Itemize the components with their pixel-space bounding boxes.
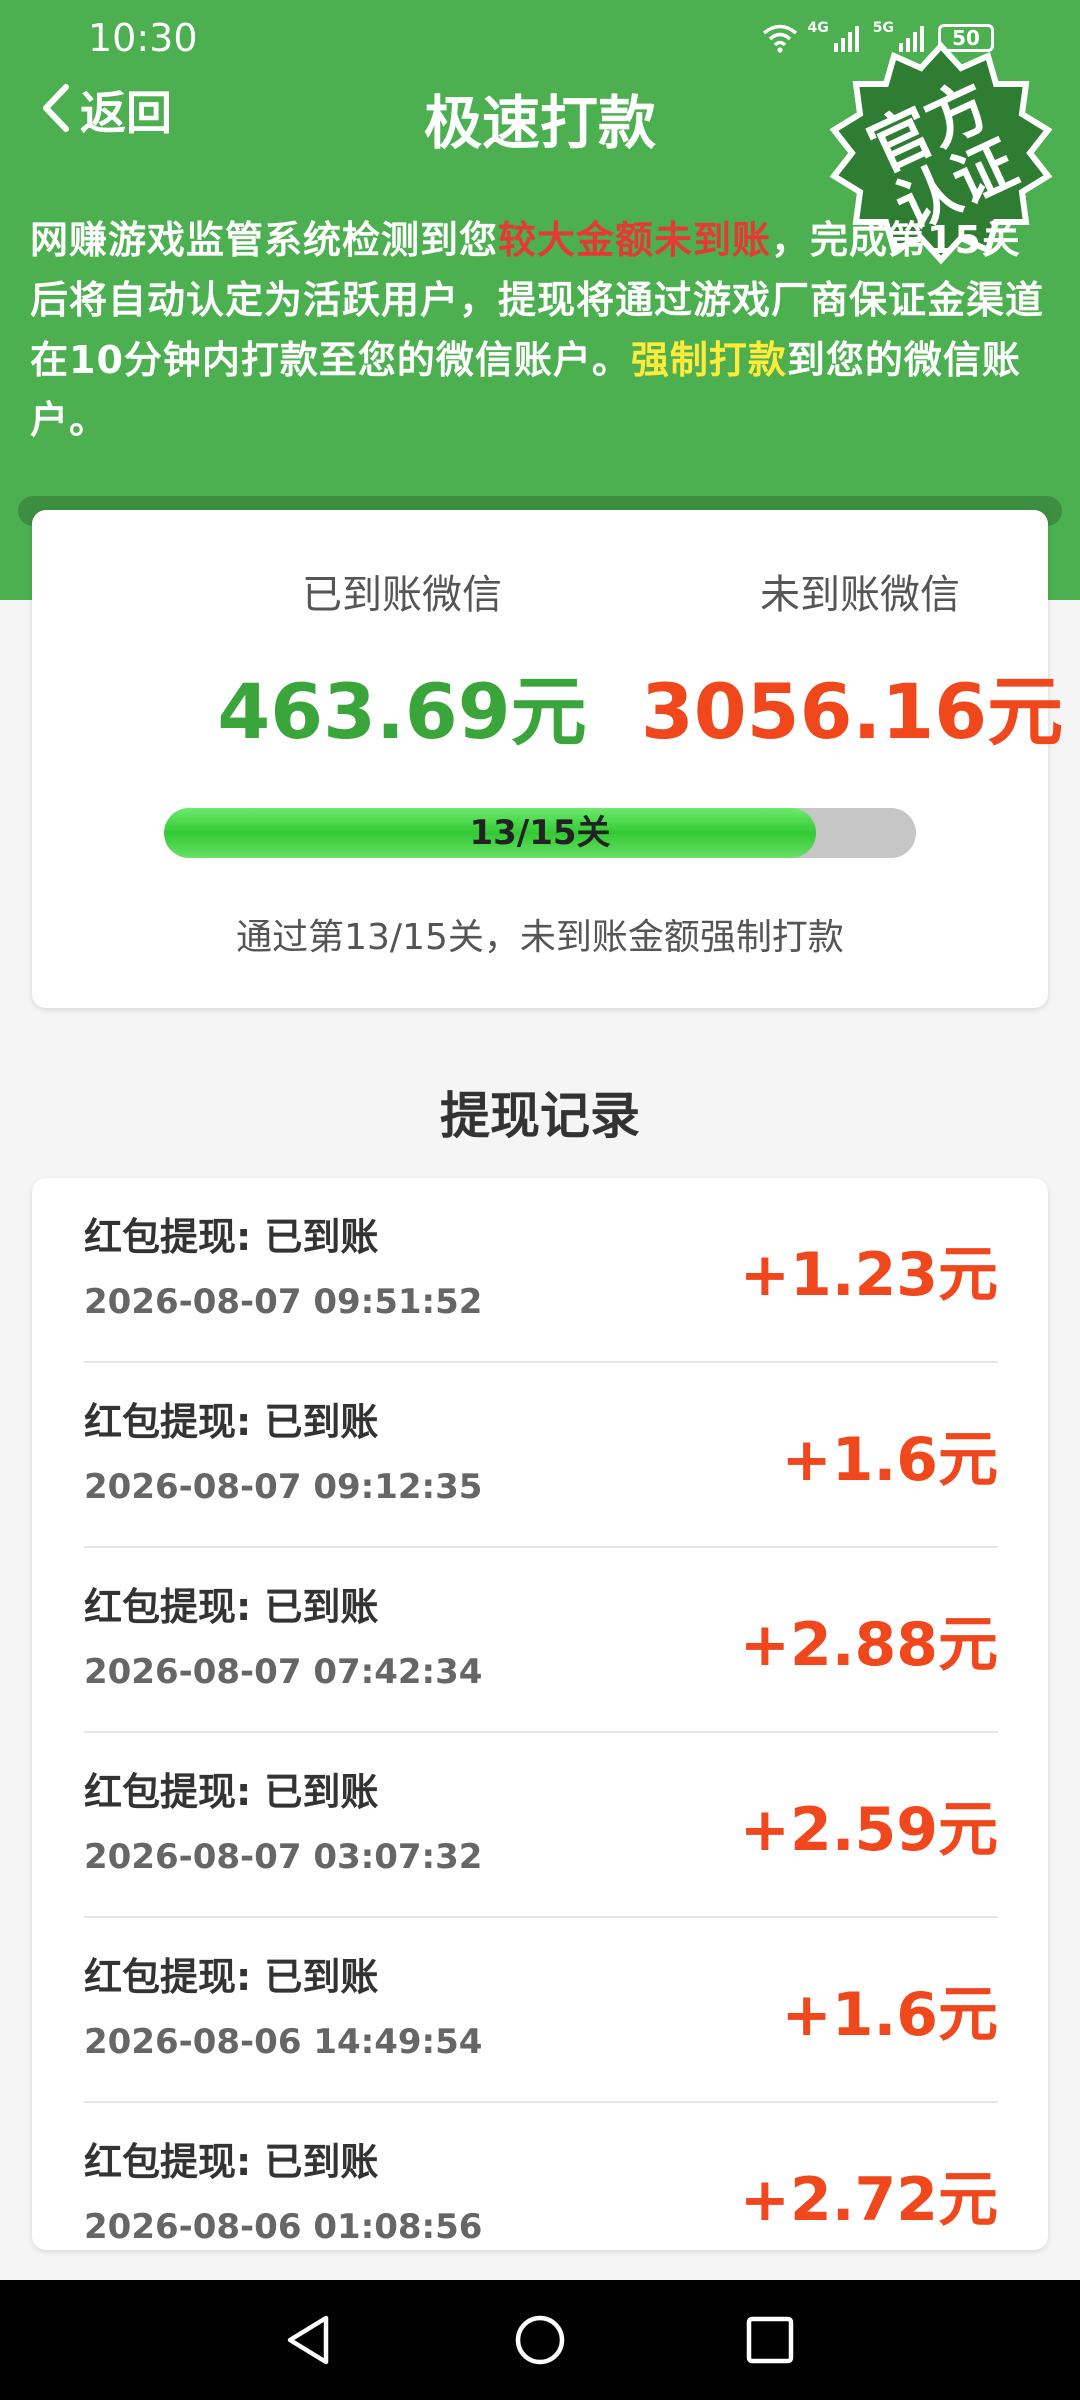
record-time: 2026-08-07 07:42:34 (84, 1652, 483, 1692)
record-row[interactable]: 红包提现: 已到账 2026-08-07 09:12:35 +1.6元 (84, 1363, 998, 1548)
record-time: 2026-08-06 01:08:56 (84, 2207, 483, 2247)
status-time: 10:30 (88, 16, 198, 60)
arrived-amount: 463.69元 (217, 667, 587, 756)
record-time: 2026-08-06 14:49:54 (84, 2022, 483, 2062)
progress-bar: 13/15关 (164, 808, 916, 858)
record-amount: +1.23元 (739, 1240, 998, 1310)
circle-home-icon[interactable] (510, 2310, 570, 2370)
record-amount: +1.6元 (781, 1425, 998, 1495)
record-label: 红包提现: 已到账 (84, 1955, 379, 1999)
record-row[interactable]: 红包提现: 已到账 2026-08-07 09:51:52 +1.23元 (84, 1178, 998, 1363)
record-label: 红包提现: 已到账 (84, 1770, 379, 1814)
record-amount: +2.59元 (739, 1795, 998, 1865)
record-amount: +2.88元 (739, 1610, 998, 1680)
intro-part-1: 网赚游戏监管系统检测到您 (30, 218, 499, 262)
arrived-label: 已到账微信 (302, 572, 502, 618)
progress-text: 13/15关 (469, 813, 611, 853)
intro-text: 网赚游戏监管系统检测到您较大金额未到账，完成第15关后将自动认定为活跃用户，提现… (30, 210, 1050, 450)
record-row[interactable]: 红包提现: 已到账 2026-08-07 03:07:32 +2.59元 (84, 1733, 998, 1918)
wifi-icon (762, 23, 798, 53)
intro-highlight-yellow: 强制打款 (630, 338, 787, 382)
record-label: 红包提现: 已到账 (84, 1400, 379, 1444)
record-time: 2026-08-07 03:07:32 (84, 1837, 483, 1877)
record-row[interactable]: 红包提现: 已到账 2026-08-06 14:49:54 +1.6元 (84, 1918, 998, 2103)
record-row[interactable]: 红包提现: 已到账 2026-08-07 07:42:34 +2.88元 (84, 1548, 998, 1733)
record-label: 红包提现: 已到账 (84, 1585, 379, 1629)
summary-card: 已到账微信 未到账微信 463.69元 3056.16元 13/15关 通过第1… (32, 510, 1063, 1008)
system-nav-bar (0, 2280, 1080, 2400)
intro-highlight-red: 较大金额未到账 (498, 218, 772, 262)
pending-label: 未到账微信 (760, 572, 960, 618)
network-type-label-2: 5G (872, 20, 894, 36)
record-amount: +1.6元 (781, 1980, 998, 2050)
record-label: 红包提现: 已到账 (84, 1215, 379, 1259)
progress-note: 通过第13/15关，未到账金额强制打款 (236, 917, 844, 958)
record-label: 红包提现: 已到账 (84, 2140, 379, 2184)
record-time: 2026-08-07 09:12:35 (84, 1467, 483, 1507)
records-title: 提现记录 (440, 1087, 640, 1145)
square-recents-icon[interactable] (740, 2310, 800, 2370)
record-row[interactable]: 红包提现: 已到账 2026-08-06 01:08:56 +2.72元 (84, 2103, 998, 2250)
record-time: 2026-08-07 09:51:52 (84, 1282, 483, 1322)
pending-amount: 3056.16元 (640, 667, 1064, 756)
record-amount: +2.72元 (739, 2165, 998, 2235)
network-type-label: 4G (807, 20, 829, 36)
records-card: 红包提现: 已到账 2026-08-07 09:51:52 +1.23元 红包提… (32, 1178, 1048, 2250)
triangle-back-icon[interactable] (278, 2310, 338, 2370)
